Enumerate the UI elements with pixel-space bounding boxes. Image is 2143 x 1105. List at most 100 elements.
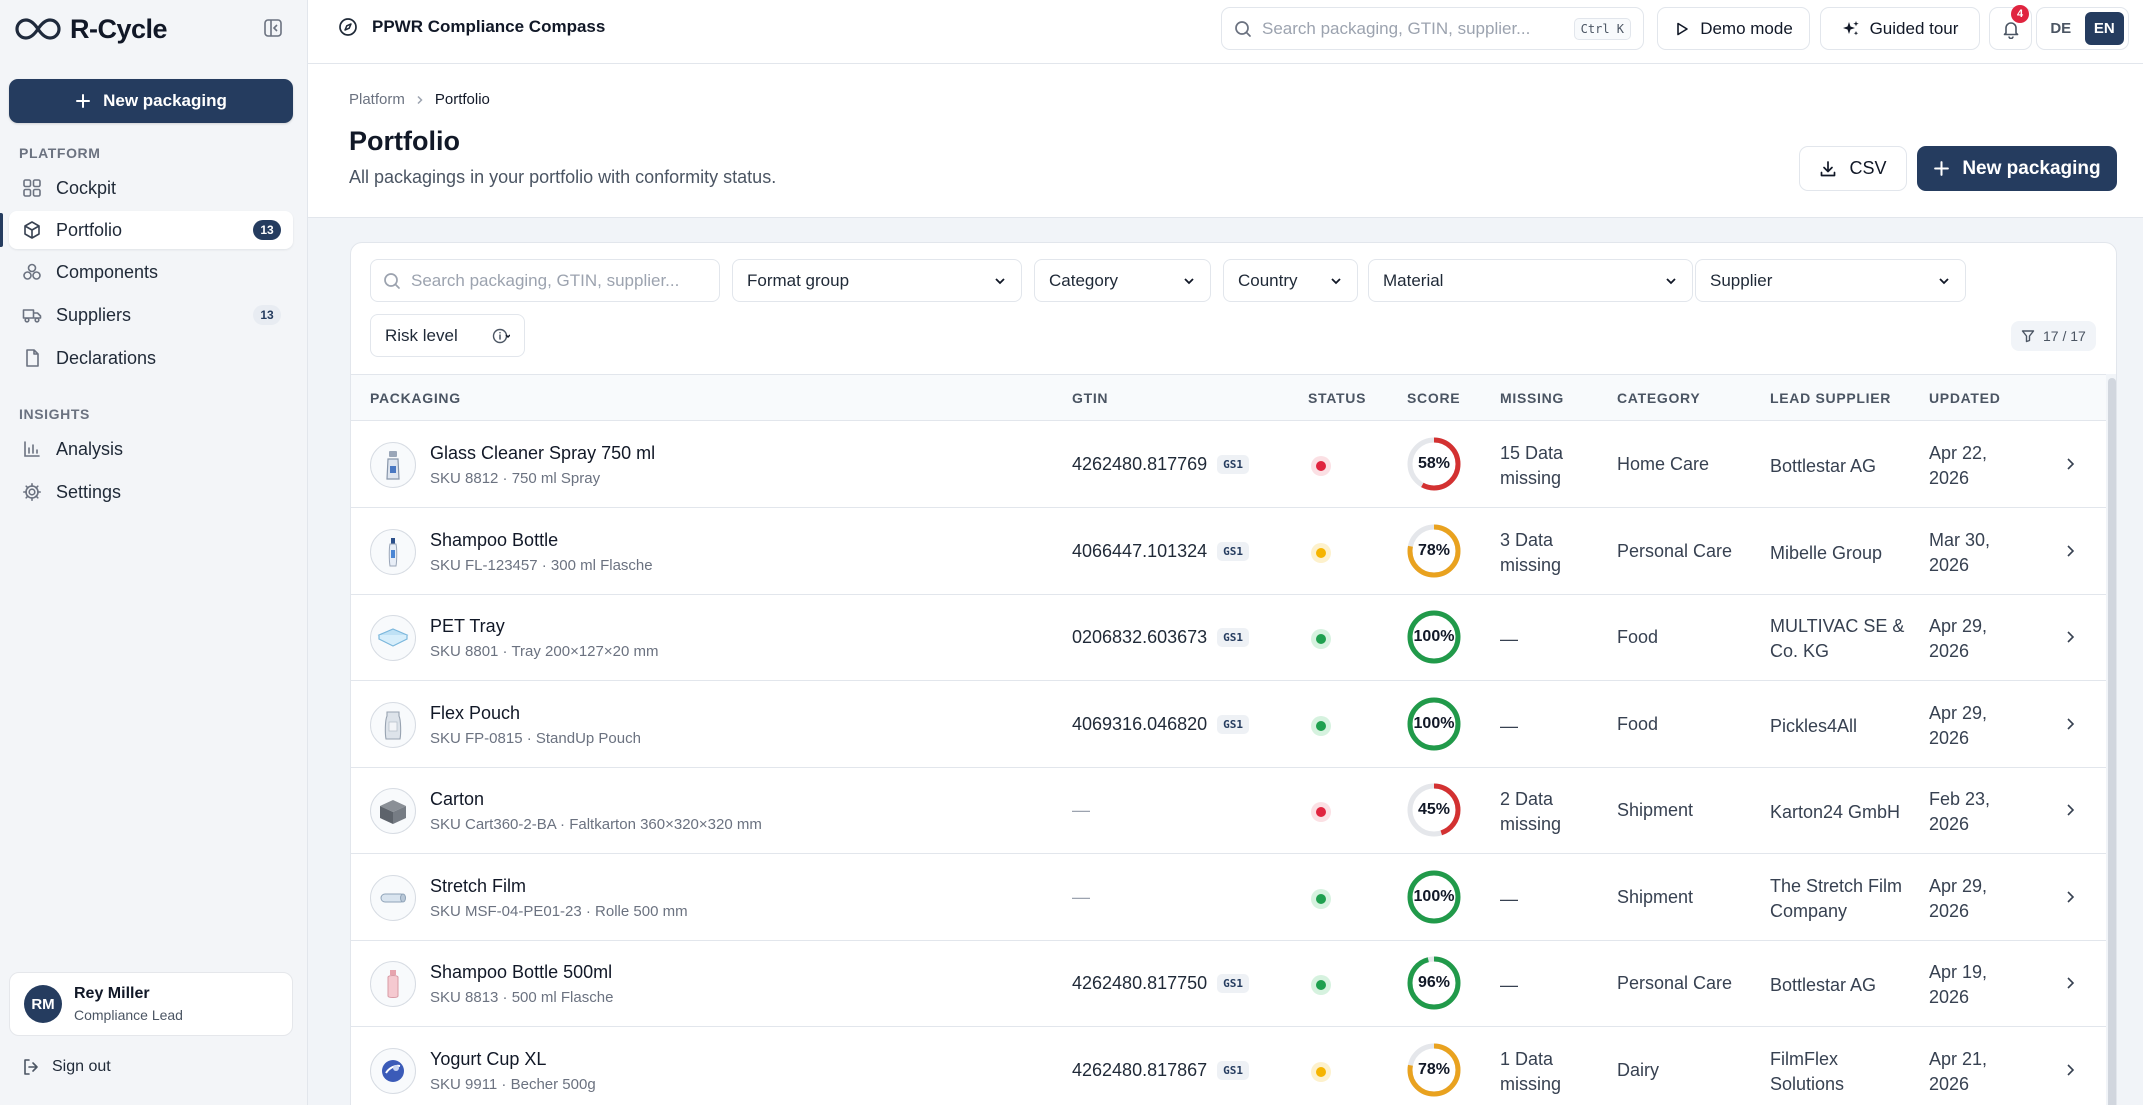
- breadcrumb-platform[interactable]: Platform: [349, 91, 405, 108]
- category-cell: Food: [1617, 713, 1659, 734]
- sidebar-new-packaging-button[interactable]: New packaging: [9, 79, 293, 123]
- user-role: Compliance Lead: [74, 1007, 183, 1023]
- table-row[interactable]: Shampoo Bottle SKU FL-123457 · 300 ml Fl…: [351, 509, 2106, 595]
- gtin-cell: 0206832.603673 GS1: [1072, 627, 1250, 648]
- updated-cell: Apr 29, 2026: [1929, 616, 1988, 661]
- chevron-right-icon[interactable]: [2061, 455, 2079, 473]
- packaging-name[interactable]: Shampoo Bottle: [430, 530, 558, 551]
- packaging-name[interactable]: Yogurt Cup XL: [430, 1049, 546, 1070]
- packaging-name[interactable]: Carton: [430, 789, 484, 810]
- language-switcher: DE EN: [2036, 7, 2129, 50]
- category-select[interactable]: Category: [1034, 259, 1211, 302]
- risk-level-value: Risk level: [385, 325, 458, 345]
- table-row[interactable]: Flex Pouch SKU FP-0815 · StandUp Pouch 4…: [351, 682, 2106, 768]
- country-select[interactable]: Country: [1223, 259, 1358, 302]
- filter-search-input[interactable]: [411, 270, 707, 291]
- column-header-gtin[interactable]: GTIN: [1072, 390, 1108, 406]
- filter-search[interactable]: [370, 259, 720, 302]
- collapse-sidebar-button[interactable]: [262, 17, 284, 39]
- lead-supplier-cell: Bottlestar AG: [1770, 975, 1877, 995]
- table-row[interactable]: Shampoo Bottle 500ml SKU 8813 · 500 ml F…: [351, 941, 2106, 1027]
- category-cell: Food: [1617, 627, 1659, 647]
- score-ring: 45%: [1406, 782, 1462, 838]
- packaging-name[interactable]: Glass Cleaner Spray 750 ml: [430, 443, 655, 464]
- sidebar-item-suppliers[interactable]: Suppliers 13: [9, 296, 293, 334]
- packaging-sku: SKU 9911 · Becher 500g: [430, 1075, 596, 1093]
- supplier-select[interactable]: Supplier: [1695, 259, 1966, 302]
- table-row[interactable]: Carton SKU Cart360-2-BA · Faltkarton 360…: [351, 768, 2106, 854]
- column-header-updated[interactable]: UPDATED: [1929, 390, 2001, 406]
- score-value: 45%: [1417, 801, 1451, 818]
- gtin-cell: —: [1072, 887, 1090, 908]
- info-icon[interactable]: [492, 327, 510, 345]
- column-header-packaging[interactable]: PACKAGING: [370, 390, 461, 406]
- chevron-right-icon[interactable]: [2061, 542, 2079, 560]
- table-row[interactable]: PET Tray SKU 8801 · Tray 200×127×20 mm 0…: [351, 595, 2106, 681]
- packaging-thumbnail: [370, 442, 416, 488]
- page-header: Platform Portfolio Portfolio All packagi…: [308, 64, 2143, 218]
- sign-out-button[interactable]: Sign out: [22, 1058, 111, 1076]
- lead-supplier-cell: MULTIVAC SE & Co. KG: [1770, 616, 1905, 661]
- chevron-right-icon[interactable]: [2061, 974, 2079, 992]
- export-csv-button[interactable]: CSV: [1799, 146, 1907, 191]
- column-header-category[interactable]: CATEGORY: [1617, 390, 1700, 406]
- language-de-button[interactable]: DE: [2041, 12, 2081, 45]
- lead-supplier-cell: Mibelle Group: [1770, 542, 1883, 563]
- column-header-status[interactable]: STATUS: [1308, 390, 1366, 406]
- packaging-sku: SKU Cart360-2-BA · Faltkarton 360×320×32…: [430, 816, 762, 833]
- new-packaging-button[interactable]: New packaging: [1917, 146, 2117, 191]
- portfolio-count-badge: 13: [253, 220, 281, 240]
- chevron-right-icon[interactable]: [2061, 801, 2079, 819]
- category-value: Category: [1049, 270, 1118, 290]
- guided-tour-button[interactable]: Guided tour: [1820, 7, 1980, 50]
- notification-count-badge: 4: [2011, 5, 2029, 23]
- package-icon: [24, 221, 40, 239]
- risk-level-select[interactable]: Risk level: [370, 314, 525, 357]
- table-row[interactable]: Yogurt Cup XL SKU 9911 · Becher 500g 426…: [351, 1028, 2106, 1105]
- status-indicator: [1311, 1061, 1331, 1082]
- grid-icon: [23, 179, 41, 197]
- sidebar-item-label: Cockpit: [56, 177, 117, 198]
- column-header-missing[interactable]: MISSING: [1500, 390, 1564, 406]
- packaging-sku: SKU MSF-04-PE01-23 · Rolle 500 mm: [430, 902, 688, 920]
- sidebar-item-settings[interactable]: Settings: [9, 473, 293, 511]
- chevron-right-icon[interactable]: [2061, 1061, 2079, 1079]
- material-select[interactable]: Material: [1368, 259, 1693, 302]
- chevron-down-icon: [1666, 277, 1676, 284]
- packaging-name[interactable]: Stretch Film: [430, 876, 526, 897]
- packaging-name[interactable]: PET Tray: [430, 616, 505, 637]
- sidebar-item-portfolio[interactable]: Portfolio 13: [9, 211, 293, 249]
- packaging-name[interactable]: Flex Pouch: [430, 703, 520, 724]
- column-header-score[interactable]: SCORE: [1407, 390, 1460, 406]
- brand-logo[interactable]: R-Cycle: [14, 12, 168, 46]
- global-search[interactable]: Ctrl K: [1221, 7, 1644, 50]
- section-label-insights: INSIGHTS: [19, 406, 90, 422]
- packaging-name[interactable]: Shampoo Bottle 500ml: [430, 962, 612, 983]
- gs1-badge: GS1: [1217, 541, 1250, 561]
- chevron-right-icon[interactable]: [2061, 628, 2079, 646]
- breadcrumb-portfolio: Portfolio: [434, 91, 490, 108]
- language-en-button[interactable]: EN: [2084, 12, 2124, 45]
- table-scrollbar[interactable]: [2106, 374, 2116, 1105]
- format-group-select[interactable]: Format group: [732, 259, 1022, 302]
- sidebar-item-analysis[interactable]: Analysis: [9, 430, 293, 468]
- missing-data: 15 Data missing: [1500, 443, 1564, 488]
- gtin-value: 4066447.101324: [1072, 540, 1208, 561]
- sidebar-item-components[interactable]: Components: [9, 253, 293, 291]
- sidebar-item-declarations[interactable]: Declarations: [9, 339, 293, 377]
- table-row[interactable]: Stretch Film SKU MSF-04-PE01-23 · Rolle …: [351, 855, 2106, 941]
- components-icon: [23, 263, 41, 280]
- packaging-sku: SKU FP-0815 · StandUp Pouch: [430, 729, 641, 747]
- table-row[interactable]: Glass Cleaner Spray 750 ml SKU 8812 · 75…: [351, 422, 2106, 508]
- column-header-lead-supplier[interactable]: LEAD SUPPLIER: [1770, 390, 1891, 406]
- demo-mode-button[interactable]: Demo mode: [1657, 7, 1810, 50]
- sidebar-item-cockpit[interactable]: Cockpit: [9, 169, 293, 207]
- user-card[interactable]: RM Rey Miller Compliance Lead: [9, 972, 293, 1036]
- chevron-right-icon[interactable]: [2061, 888, 2079, 906]
- chevron-right-icon[interactable]: [2061, 715, 2079, 733]
- global-search-input[interactable]: [1262, 18, 1564, 39]
- notifications-button[interactable]: 4: [1989, 5, 2032, 50]
- score-ring: 100%: [1406, 869, 1462, 925]
- packaging-thumbnail: [370, 874, 416, 921]
- scrollbar-thumb[interactable]: [2108, 378, 2116, 1105]
